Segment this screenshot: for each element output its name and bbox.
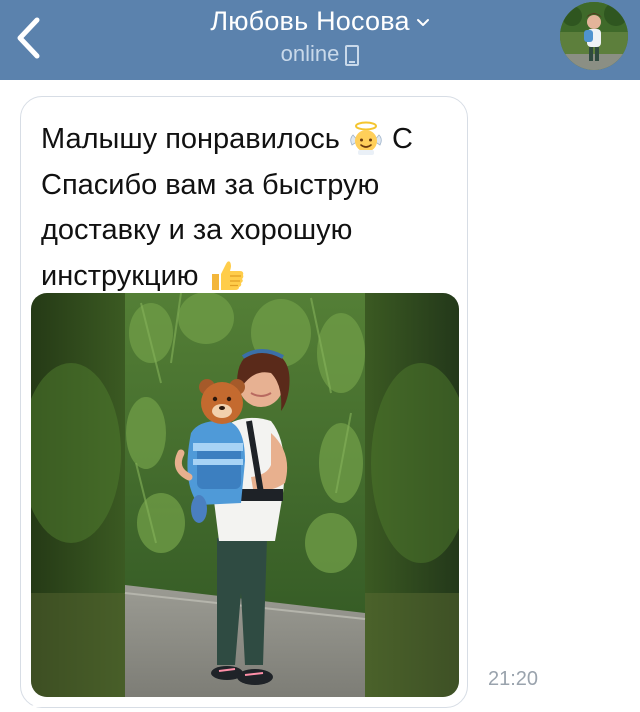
message-line: доставку и за хорошую — [41, 214, 353, 246]
contact-status-row: online — [120, 40, 520, 68]
message-line: Спасибо вам за быструю — [41, 168, 380, 201]
message-line-text: инструкцию — [41, 259, 199, 292]
chevron-left-icon — [17, 17, 40, 59]
message-line-text: С — [392, 123, 413, 155]
contact-avatar[interactable] — [560, 2, 628, 70]
message-line-text: Малышу понравилось — [41, 123, 340, 155]
avatar-image — [560, 2, 628, 70]
angel-emoji-icon — [350, 121, 382, 155]
contact-name-row[interactable]: Любовь Носова — [120, 4, 520, 38]
contact-status: online — [280, 41, 340, 66]
chat-header: Любовь Носова online — [0, 0, 640, 80]
photo-image — [31, 293, 459, 697]
message-time: 21:20 — [488, 668, 539, 690]
chevron-down-icon — [416, 19, 429, 26]
message-line: Малышу понравилось С — [41, 117, 461, 163]
back-button[interactable] — [6, 8, 50, 68]
chat-area[interactable]: Малышу понравилось С Спасибо вам за быст… — [0, 80, 640, 712]
mobile-phone-icon — [345, 44, 360, 66]
message-text: Малышу понравилось С Спасибо вам за быст… — [41, 117, 461, 299]
contact-info[interactable]: Любовь Носова online — [120, 0, 520, 80]
contact-name: Любовь Носова — [210, 5, 410, 36]
message-bubble[interactable]: Малышу понравилось С Спасибо вам за быст… — [20, 96, 468, 708]
thumbs-up-emoji-icon — [211, 260, 243, 290]
attached-photo[interactable] — [31, 293, 459, 697]
